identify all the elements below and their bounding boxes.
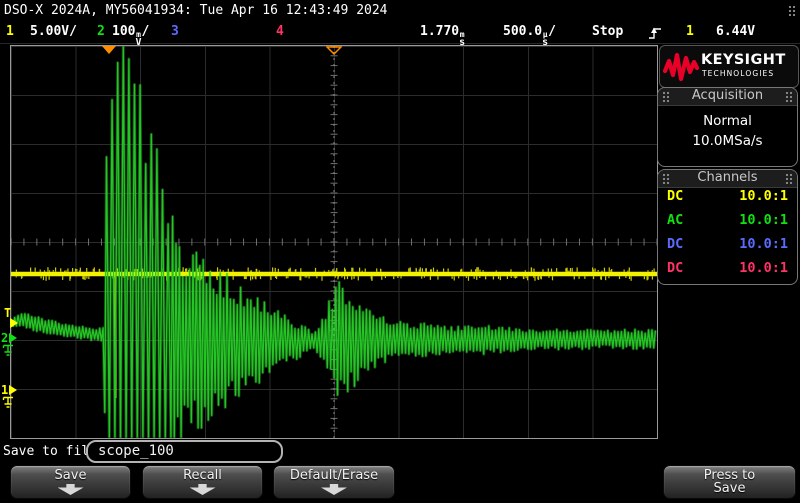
ch1-number[interactable]: 1 [6, 24, 14, 39]
softkey-recall-button[interactable]: Recall [142, 465, 263, 499]
trigger-level-arrow-icon[interactable] [10, 318, 18, 328]
acquisition-panel: Acquisition Normal 10.0MSa/s [657, 87, 798, 167]
status-bar: 1 5.00V/ 2 100mV/ 3 4 1.770ms 500.0µs/ S… [0, 21, 800, 44]
channels-title: Channels [697, 170, 757, 185]
menu-grip-icon[interactable] [788, 5, 796, 17]
instrument-title: DSO-X 2024A, MY56041934: Tue Apr 16 12:4… [4, 3, 388, 18]
acquisition-title: Acquisition [692, 88, 763, 103]
ch1-scale-readout[interactable]: 5.00V/ [30, 24, 77, 39]
down-arrow-icon [321, 484, 347, 495]
ch1-ground-icon [2, 396, 15, 410]
panel-grip-icon[interactable] [662, 91, 670, 102]
channel-coupling: DC [667, 236, 683, 260]
ch2-ground-arrow-icon[interactable] [9, 333, 17, 343]
channel-row-4[interactable]: DC 10.0:1 [658, 260, 797, 284]
press-to-save-line2: Save [664, 481, 795, 496]
sidebar: KEYSIGHT TECHNOLOGIES Acquisition Normal… [657, 45, 800, 437]
channel-rows: DC 10.0:1 AC 10.0:1 DC 10.0:1 DC 10.0:1 [658, 188, 797, 284]
panel-grip-icon[interactable] [662, 173, 670, 184]
acquisition-mode: Normal [658, 113, 797, 129]
ch1-ground-marker[interactable]: 1 [1, 383, 8, 397]
softkey-label: Default/Erase [274, 468, 394, 483]
time-reference-marker-icon[interactable] [326, 46, 342, 55]
panel-grip-icon[interactable] [785, 173, 793, 184]
press-to-save-button[interactable]: Press to Save [663, 465, 796, 499]
down-arrow-icon [58, 484, 84, 495]
sample-rate: 10.0MSa/s [658, 133, 797, 149]
ch2-number[interactable]: 2 [97, 24, 105, 39]
channel-coupling: DC [667, 188, 683, 212]
ch4-number[interactable]: 4 [276, 24, 284, 39]
ch2-scale-readout[interactable]: 100mV/ [112, 24, 149, 47]
timebase-readout[interactable]: 500.0µs/ [503, 24, 556, 47]
softkey-label: Recall [143, 468, 262, 483]
channel-coupling: DC [667, 260, 683, 284]
softkey-save-button[interactable]: Save [10, 465, 131, 499]
channel-probe-ratio: 10.0:1 [739, 236, 788, 260]
waveform-display [10, 45, 658, 439]
keysight-logo: KEYSIGHT TECHNOLOGIES [659, 45, 799, 88]
channel-probe-ratio: 10.0:1 [739, 188, 788, 212]
ch2-scale-suffix: / [142, 24, 150, 39]
channel-row-3[interactable]: DC 10.0:1 [658, 236, 797, 260]
ch2-ground-icon [2, 344, 15, 358]
ch2-scale-value: 100 [112, 24, 135, 39]
run-state-indicator[interactable]: Stop [592, 24, 623, 39]
delay-readout[interactable]: 1.770ms [420, 24, 465, 47]
brand-subtitle: TECHNOLOGIES [702, 69, 774, 78]
channel-probe-ratio: 10.0:1 [739, 260, 788, 284]
softkey-default-erase-button[interactable]: Default/Erase [273, 465, 395, 499]
panel-grip-icon[interactable] [785, 91, 793, 102]
ch2-ground-marker[interactable]: 2 [1, 331, 8, 345]
channel-probe-ratio: 10.0:1 [739, 212, 788, 236]
trigger-source-readout[interactable]: 1 [686, 24, 694, 39]
channels-panel-header: Channels [658, 170, 797, 188]
timebase-value: 500.0 [503, 24, 542, 39]
ch3-number[interactable]: 3 [171, 24, 179, 39]
delay-value: 1.770 [420, 24, 459, 39]
softkey-label: Save [11, 468, 130, 483]
brand-name: KEYSIGHT [701, 52, 786, 68]
down-arrow-icon [190, 484, 216, 495]
channel-row-1[interactable]: DC 10.0:1 [658, 188, 797, 212]
keysight-spark-icon [663, 49, 699, 83]
trigger-position-marker-icon[interactable] [102, 46, 116, 54]
edge-trigger-icon [648, 25, 662, 40]
filename-input[interactable]: scope_100 [86, 440, 283, 463]
trigger-level-readout[interactable]: 6.44V [716, 24, 755, 39]
waveform-traces [11, 46, 657, 438]
channel-coupling: AC [667, 212, 683, 236]
ch1-ground-arrow-icon[interactable] [9, 385, 17, 395]
acquisition-panel-header: Acquisition [658, 88, 797, 106]
timebase-suffix: / [548, 24, 556, 39]
channels-panel: Channels DC 10.0:1 AC 10.0:1 DC 10.0:1 DC 10.0:… [657, 169, 798, 285]
channel-row-2[interactable]: AC 10.0:1 [658, 212, 797, 236]
